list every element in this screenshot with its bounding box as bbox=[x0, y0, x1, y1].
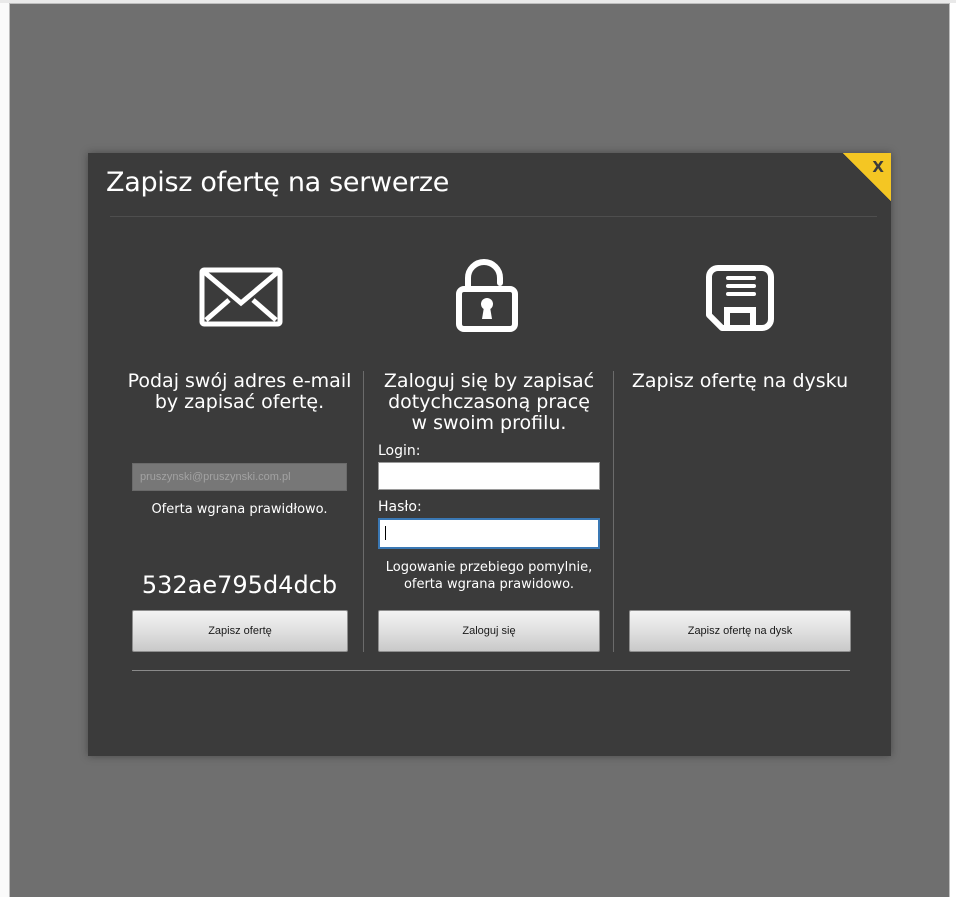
column-divider-2 bbox=[613, 371, 614, 652]
login-heading-line1: Zaloguj się by zapisać bbox=[383, 370, 595, 392]
save-to-disk-button[interactable]: Zapisz ofertę na dysk bbox=[629, 610, 851, 652]
login-status-line1: Logowanie przebiego pomylnie, bbox=[385, 560, 593, 575]
offer-code: 532ae795d4dcb bbox=[141, 571, 338, 599]
text-caret bbox=[385, 526, 386, 540]
email-input[interactable]: pruszynski@pruszynski.com.pl bbox=[132, 463, 347, 491]
unlocked-padlock-icon bbox=[456, 259, 518, 332]
login-heading: Zaloguj się by zapisać dotychczasoną pra… bbox=[378, 371, 600, 434]
login-label: Login: bbox=[378, 443, 421, 459]
login-input[interactable] bbox=[378, 462, 600, 490]
disk-heading: Zapisz ofertę na dysku bbox=[631, 370, 849, 392]
floppy-disk-icon bbox=[706, 265, 774, 331]
login-heading-line2: dotychczasoną pracę bbox=[388, 391, 590, 413]
column-divider-1 bbox=[363, 371, 364, 652]
email-heading-line2: by zapisać ofertę. bbox=[154, 391, 325, 413]
password-input[interactable] bbox=[378, 518, 600, 549]
title-divider bbox=[110, 216, 877, 217]
close-icon[interactable]: X bbox=[872, 158, 884, 176]
save-offer-dialog: X Zapisz ofertę na serwerze Podaj swój a… bbox=[88, 153, 891, 756]
save-offer-button[interactable]: Zapisz ofertę bbox=[132, 610, 348, 652]
login-status-line2: oferta wgrana prawidowo. bbox=[403, 577, 575, 592]
login-status-message: Logowanie przebiego pomylnie, oferta wgr… bbox=[378, 559, 600, 593]
envelope-icon bbox=[199, 267, 283, 327]
window-left-edge bbox=[0, 3, 10, 897]
close-button[interactable]: X bbox=[843, 153, 891, 201]
email-status-message: Oferta wgrana prawidłowo. bbox=[151, 502, 328, 517]
password-label: Hasło: bbox=[378, 499, 422, 515]
email-heading-line1: Podaj swój adres e-mail bbox=[127, 370, 352, 392]
email-heading: Podaj swój adres e-mail by zapisać ofert… bbox=[124, 371, 355, 413]
window-scrollbar-edge bbox=[949, 3, 956, 897]
login-heading-line3: w swoim profilu. bbox=[411, 412, 567, 434]
login-button[interactable]: Zaloguj się bbox=[378, 610, 600, 652]
modal-backdrop: X Zapisz ofertę na serwerze Podaj swój a… bbox=[10, 4, 949, 897]
dialog-title: Zapisz ofertę na serwerze bbox=[106, 167, 450, 198]
bottom-divider bbox=[132, 670, 850, 671]
